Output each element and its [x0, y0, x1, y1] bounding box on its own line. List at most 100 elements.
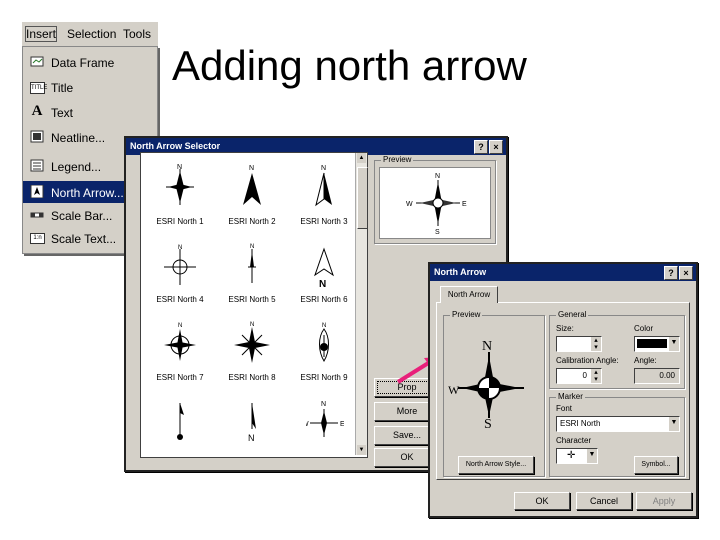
- svg-text:S: S: [435, 229, 440, 236]
- selector-close-button[interactable]: ×: [489, 140, 503, 154]
- north-arrow-symbol-icon: [177, 403, 184, 440]
- selector-preview-box: N S W E: [379, 167, 491, 239]
- font-select[interactable]: ESRI North ▼: [556, 416, 680, 432]
- title-icon: TITLE: [30, 82, 47, 94]
- angle-field: 0.00: [634, 368, 680, 384]
- north-arrow-symbol-icon: N: [248, 403, 256, 443]
- color-picker[interactable]: ▼: [634, 336, 680, 352]
- north-arrow-style-button[interactable]: North Arrow Style...: [458, 456, 534, 474]
- legend-icon: [30, 159, 44, 172]
- north-arrow-option[interactable]: N ESRI North 1: [145, 157, 215, 235]
- svg-text:N: N: [250, 322, 254, 328]
- north-arrow-symbol-icon: N: [315, 165, 332, 207]
- props-ok-button[interactable]: OK: [514, 492, 570, 510]
- north-arrow-option[interactable]: N ESRI North 4: [145, 235, 215, 313]
- north-arrow-caption: ESRI North 6: [300, 295, 348, 304]
- north-arrow-properties-dialog: North Arrow ? × North Arrow Preview N S …: [428, 262, 698, 518]
- svg-text:N: N: [319, 279, 326, 290]
- calibration-spinner-icon[interactable]: ▴ ▾: [591, 369, 601, 383]
- menu-bar: Insert Selection Tools: [22, 22, 158, 46]
- north-arrow-caption: ESRI North 2: [228, 217, 276, 226]
- svg-text:N: N: [178, 245, 182, 251]
- font-dropdown-icon[interactable]: ▼: [669, 417, 679, 431]
- neatline-icon: [30, 130, 44, 143]
- north-arrow-caption: ESRI North 4: [156, 295, 204, 304]
- north-arrow-caption: ESRI North 5: [228, 295, 276, 304]
- scroll-up-icon[interactable]: ▲: [357, 153, 366, 163]
- svg-text:W: W: [448, 383, 460, 397]
- svg-text:E: E: [462, 201, 467, 208]
- north-arrow-option[interactable]: N ESRI North 9: [289, 313, 359, 391]
- north-arrow-option[interactable]: N ESRI North 3: [289, 157, 359, 235]
- character-select[interactable]: ✛ ▼: [556, 448, 598, 464]
- north-arrow-caption: ESRI North 8: [228, 373, 276, 382]
- north-arrow-option[interactable]: N ESRI North 6: [289, 235, 359, 313]
- selector-help-button[interactable]: ?: [474, 140, 488, 154]
- scroll-thumb[interactable]: [357, 167, 368, 229]
- selector-preview-compass-icon: N S W E: [406, 173, 467, 236]
- menu-item-data-frame[interactable]: Data Frame: [23, 51, 157, 73]
- north-arrow-symbol-icon: N: [319, 323, 329, 362]
- svg-text:N: N: [249, 165, 254, 172]
- north-arrow-symbol-icon: N: [314, 247, 334, 290]
- north-arrow-option[interactable]: [145, 391, 215, 469]
- north-arrow-symbol-icon: N: [164, 245, 196, 285]
- slide-title: Adding north arrow: [172, 42, 527, 89]
- menu-insert[interactable]: Insert: [24, 26, 58, 42]
- north-arrow-symbol-icon: N: [166, 164, 194, 205]
- props-titlebar: North Arrow: [430, 264, 696, 281]
- scale-text-icon: 1:n: [30, 233, 45, 244]
- north-arrow-caption: ESRI North 3: [300, 217, 348, 226]
- north-arrow-option[interactable]: N ESRI North 7: [145, 313, 215, 391]
- menu-selection[interactable]: Selection: [67, 27, 116, 41]
- north-arrow-option[interactable]: N ESRI North 2: [217, 157, 287, 235]
- north-arrow-option[interactable]: N W E: [289, 391, 359, 469]
- north-arrow-option[interactable]: N: [217, 391, 287, 469]
- svg-text:N: N: [321, 401, 326, 408]
- svg-text:W: W: [406, 201, 413, 208]
- props-cancel-button[interactable]: Cancel: [576, 492, 632, 510]
- text-icon: A: [31, 103, 43, 119]
- north-arrow-symbol-icon: N: [243, 165, 261, 205]
- props-preview-group: Preview N S W: [443, 310, 545, 477]
- svg-text:N: N: [322, 323, 326, 329]
- tab-panel: Preview N S W General Size: ▴ ▾ Color ▼ …: [436, 302, 690, 480]
- character-dropdown-icon[interactable]: ▼: [587, 449, 597, 463]
- north-arrow-symbol-icon: N W E: [306, 401, 344, 437]
- north-arrow-caption: ESRI North 1: [156, 217, 204, 226]
- selector-scrollbar[interactable]: ▲ ▼: [355, 153, 368, 455]
- data-frame-icon: [30, 55, 44, 68]
- color-dropdown-icon[interactable]: ▼: [669, 337, 679, 351]
- calibration-angle-field[interactable]: 0 ▴ ▾: [556, 368, 602, 384]
- props-help-button[interactable]: ?: [664, 266, 678, 280]
- menu-item-title[interactable]: TITLE Title: [23, 76, 157, 98]
- svg-text:S: S: [484, 417, 492, 432]
- props-apply-button[interactable]: Apply: [636, 492, 692, 510]
- symbol-button[interactable]: Symbol...: [634, 456, 678, 474]
- props-preview-compass-icon: N S W: [448, 339, 524, 432]
- svg-text:N: N: [177, 164, 182, 171]
- menu-item-text[interactable]: A Text: [23, 101, 157, 123]
- selector-preview-group: Preview N S W E: [374, 155, 496, 244]
- menu-tools[interactable]: Tools: [123, 27, 151, 41]
- svg-text:N: N: [178, 323, 182, 329]
- scroll-down-icon[interactable]: ▼: [357, 445, 366, 455]
- north-arrow-icon: [30, 184, 44, 199]
- props-close-button[interactable]: ×: [679, 266, 693, 280]
- tab-north-arrow[interactable]: North Arrow: [440, 286, 498, 303]
- svg-text:W: W: [306, 421, 309, 428]
- color-swatch: [637, 339, 667, 348]
- north-arrow-option[interactable]: N ESRI North 8: [217, 313, 287, 391]
- svg-text:N: N: [248, 433, 255, 443]
- north-arrow-symbol-icon: N: [164, 323, 196, 361]
- north-arrow-caption: ESRI North 7: [156, 373, 204, 382]
- north-arrow-list[interactable]: N ESRI North 1 N ESRI North 2 N ESRI North 3N…: [140, 152, 368, 458]
- size-spinner-icon[interactable]: ▴ ▾: [591, 337, 601, 351]
- north-arrow-option[interactable]: N ESRI North 5: [217, 235, 287, 313]
- size-field[interactable]: ▴ ▾: [556, 336, 602, 352]
- scale-bar-icon: [30, 208, 44, 221]
- svg-text:N: N: [435, 173, 440, 180]
- svg-text:E: E: [340, 421, 344, 428]
- north-arrow-symbol-icon: N: [248, 244, 256, 283]
- svg-text:N: N: [250, 244, 254, 250]
